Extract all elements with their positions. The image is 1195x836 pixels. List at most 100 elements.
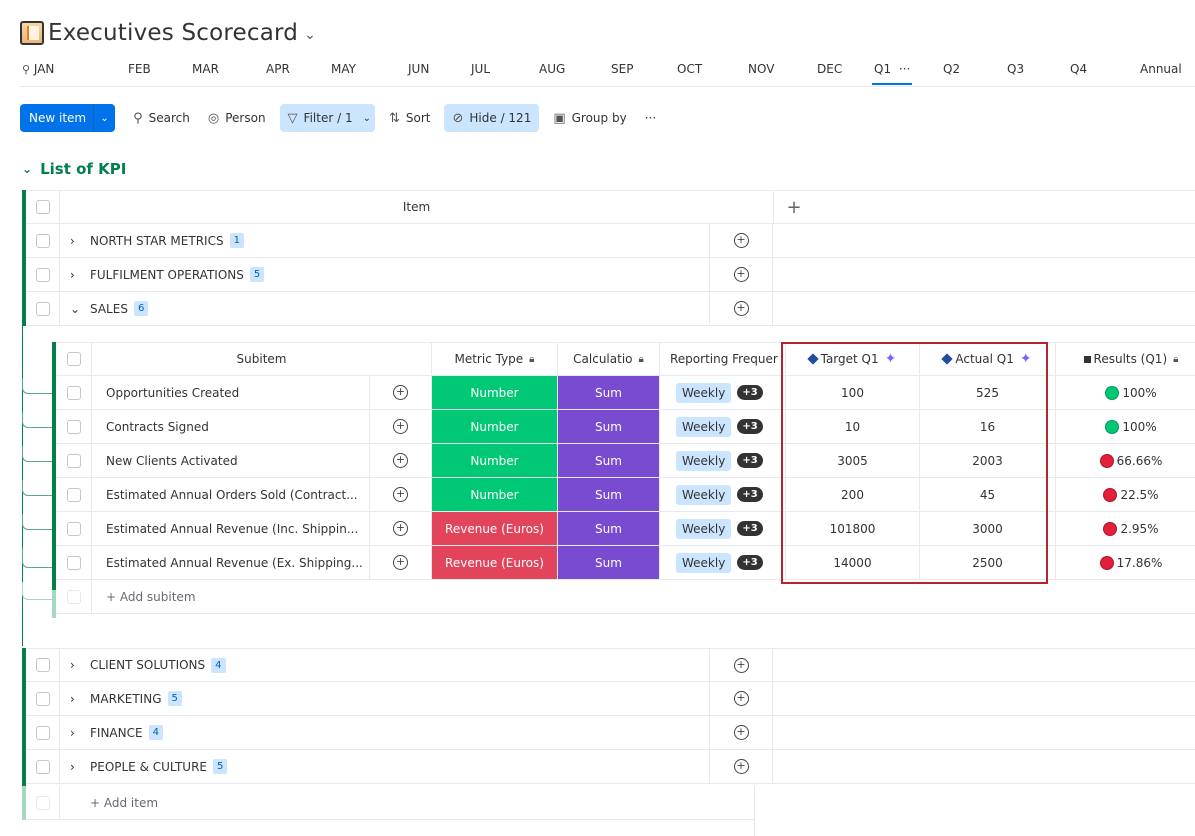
metric-type-cell[interactable]: Revenue (Euros): [432, 512, 558, 545]
more-icon[interactable]: ···: [899, 62, 910, 76]
table-row[interactable]: › FULFILMENT OPERATIONS 5 +: [26, 258, 1195, 292]
reporting-frequency-cell[interactable]: Weekly +3: [660, 478, 786, 511]
subitem-name[interactable]: Estimated Annual Revenue (Inc. Shippin..…: [92, 512, 370, 545]
row-checkbox[interactable]: [66, 521, 81, 536]
row-checkbox[interactable]: [66, 453, 81, 468]
row-checkbox[interactable]: [35, 759, 50, 774]
updates-cell[interactable]: +: [370, 376, 432, 409]
add-update-icon[interactable]: +: [733, 759, 749, 774]
chevron-down-icon[interactable]: ⌄: [70, 302, 90, 316]
updates-cell[interactable]: +: [710, 224, 773, 257]
metric-type-cell[interactable]: Number: [432, 478, 558, 511]
add-subitem-row[interactable]: + Add subitem: [56, 580, 1195, 614]
item-cell[interactable]: › PEOPLE & CULTURE 5: [60, 750, 710, 783]
new-item-button[interactable]: New item ⌄: [20, 104, 116, 132]
subitem-name[interactable]: Opportunities Created: [92, 376, 370, 409]
calculation-cell[interactable]: Sum: [558, 444, 660, 477]
add-update-icon[interactable]: +: [733, 233, 749, 248]
subitem-name[interactable]: Estimated Annual Revenue (Ex. Shipping..…: [92, 546, 370, 579]
calculation-header[interactable]: Calculatio 🔒︎: [558, 343, 660, 375]
table-row[interactable]: › PEOPLE & CULTURE 5 +: [26, 750, 1195, 784]
item-cell[interactable]: › NORTH STAR METRICS 1: [60, 224, 710, 257]
tab-q3[interactable]: Q3: [1007, 62, 1024, 76]
table-row[interactable]: › CLIENT SOLUTIONS 4 +: [26, 648, 1195, 682]
chevron-right-icon[interactable]: ›: [70, 692, 90, 706]
add-update-icon[interactable]: +: [393, 385, 408, 400]
tab-q4[interactable]: Q4: [1070, 62, 1087, 76]
reporting-frequency-header[interactable]: Reporting Frequer: [660, 343, 786, 375]
add-update-icon[interactable]: +: [733, 725, 749, 740]
sort-button[interactable]: ⇅ Sort: [381, 104, 439, 132]
reporting-frequency-cell[interactable]: Weekly +3: [660, 376, 786, 409]
reporting-frequency-cell[interactable]: Weekly +3: [660, 410, 786, 443]
add-update-icon[interactable]: +: [393, 487, 408, 502]
add-update-icon[interactable]: +: [393, 521, 408, 536]
chevron-right-icon[interactable]: ›: [70, 234, 90, 248]
group-by-button[interactable]: ▣ Group by: [545, 104, 634, 132]
group-title[interactable]: List of KPI: [40, 160, 126, 178]
subitem-name[interactable]: Estimated Annual Orders Sold (Contract..…: [92, 478, 370, 511]
more-tags-badge[interactable]: +3: [737, 385, 763, 400]
search-button[interactable]: ⚲ Search: [125, 104, 198, 132]
updates-cell[interactable]: +: [370, 546, 432, 579]
item-cell[interactable]: ⌄ SALES 6: [60, 292, 710, 325]
board-title[interactable]: Executives Scorecard: [48, 20, 298, 46]
row-checkbox[interactable]: [35, 267, 50, 282]
add-update-icon[interactable]: +: [393, 555, 408, 570]
subitem-name[interactable]: New Clients Activated: [92, 444, 370, 477]
add-subitem-button[interactable]: + Add subitem: [92, 580, 196, 613]
more-options-button[interactable]: ···: [637, 104, 664, 132]
reporting-frequency-cell[interactable]: Weekly +3: [660, 512, 786, 545]
item-cell[interactable]: › CLIENT SOLUTIONS 4: [60, 649, 710, 681]
tab-oct[interactable]: OCT: [677, 62, 702, 76]
reporting-frequency-cell[interactable]: Weekly +3: [660, 546, 786, 579]
person-filter-button[interactable]: ◎ Person: [200, 104, 274, 132]
table-row[interactable]: ⌄ SALES 6 +: [26, 292, 1195, 326]
row-checkbox[interactable]: [35, 658, 50, 672]
tab-q1[interactable]: Q1 ···: [871, 62, 913, 85]
calculation-cell[interactable]: Sum: [558, 546, 660, 579]
more-tags-badge[interactable]: +3: [737, 453, 763, 468]
metric-type-header[interactable]: Metric Type 🔒︎: [432, 343, 558, 375]
item-cell[interactable]: › MARKETING 5: [60, 682, 710, 715]
metric-type-cell[interactable]: Number: [432, 376, 558, 409]
table-row[interactable]: › NORTH STAR METRICS 1 +: [26, 224, 1195, 258]
tab-dec[interactable]: DEC: [817, 62, 842, 76]
results-q1-header[interactable]: Results (Q1) 🔒︎: [1056, 343, 1195, 375]
more-tags-badge[interactable]: +3: [737, 521, 763, 536]
add-update-icon[interactable]: +: [733, 301, 749, 316]
updates-cell[interactable]: +: [710, 682, 773, 715]
subitem-name[interactable]: Contracts Signed: [92, 410, 370, 443]
row-checkbox[interactable]: [66, 419, 81, 434]
row-checkbox[interactable]: [66, 555, 81, 570]
row-checkbox[interactable]: [66, 385, 81, 400]
table-row[interactable]: › MARKETING 5 +: [26, 682, 1195, 716]
row-checkbox[interactable]: [35, 301, 50, 316]
updates-cell[interactable]: +: [710, 258, 773, 291]
chevron-right-icon[interactable]: ›: [70, 726, 90, 740]
add-update-icon[interactable]: +: [733, 657, 749, 673]
item-cell[interactable]: › FULFILMENT OPERATIONS 5: [60, 258, 710, 291]
table-row[interactable]: › FINANCE 4 +: [26, 716, 1195, 750]
tab-nov[interactable]: NOV: [748, 62, 774, 76]
metric-type-cell[interactable]: Number: [432, 444, 558, 477]
more-tags-badge[interactable]: +3: [737, 555, 763, 570]
tab-sep[interactable]: SEP: [611, 62, 633, 76]
row-checkbox[interactable]: [35, 725, 50, 740]
tab-annual[interactable]: Annual: [1140, 62, 1182, 76]
filter-button[interactable]: ▽ Filter / 1 ⌄: [279, 104, 375, 132]
add-item-row[interactable]: + Add item: [26, 786, 754, 820]
item-column-header[interactable]: Item: [60, 191, 774, 223]
hide-button[interactable]: ⊘ Hide / 121: [444, 104, 540, 132]
updates-cell[interactable]: +: [710, 292, 773, 325]
add-update-icon[interactable]: +: [393, 419, 408, 434]
tab-feb[interactable]: FEB: [128, 62, 151, 76]
row-checkbox[interactable]: [35, 691, 50, 706]
calculation-cell[interactable]: Sum: [558, 478, 660, 511]
add-update-icon[interactable]: +: [733, 691, 749, 706]
metric-type-cell[interactable]: Number: [432, 410, 558, 443]
tab-may[interactable]: MAY: [331, 62, 356, 76]
calculation-cell[interactable]: Sum: [558, 376, 660, 409]
chevron-right-icon[interactable]: ›: [70, 760, 90, 774]
tab-jul[interactable]: JUL: [471, 62, 490, 76]
